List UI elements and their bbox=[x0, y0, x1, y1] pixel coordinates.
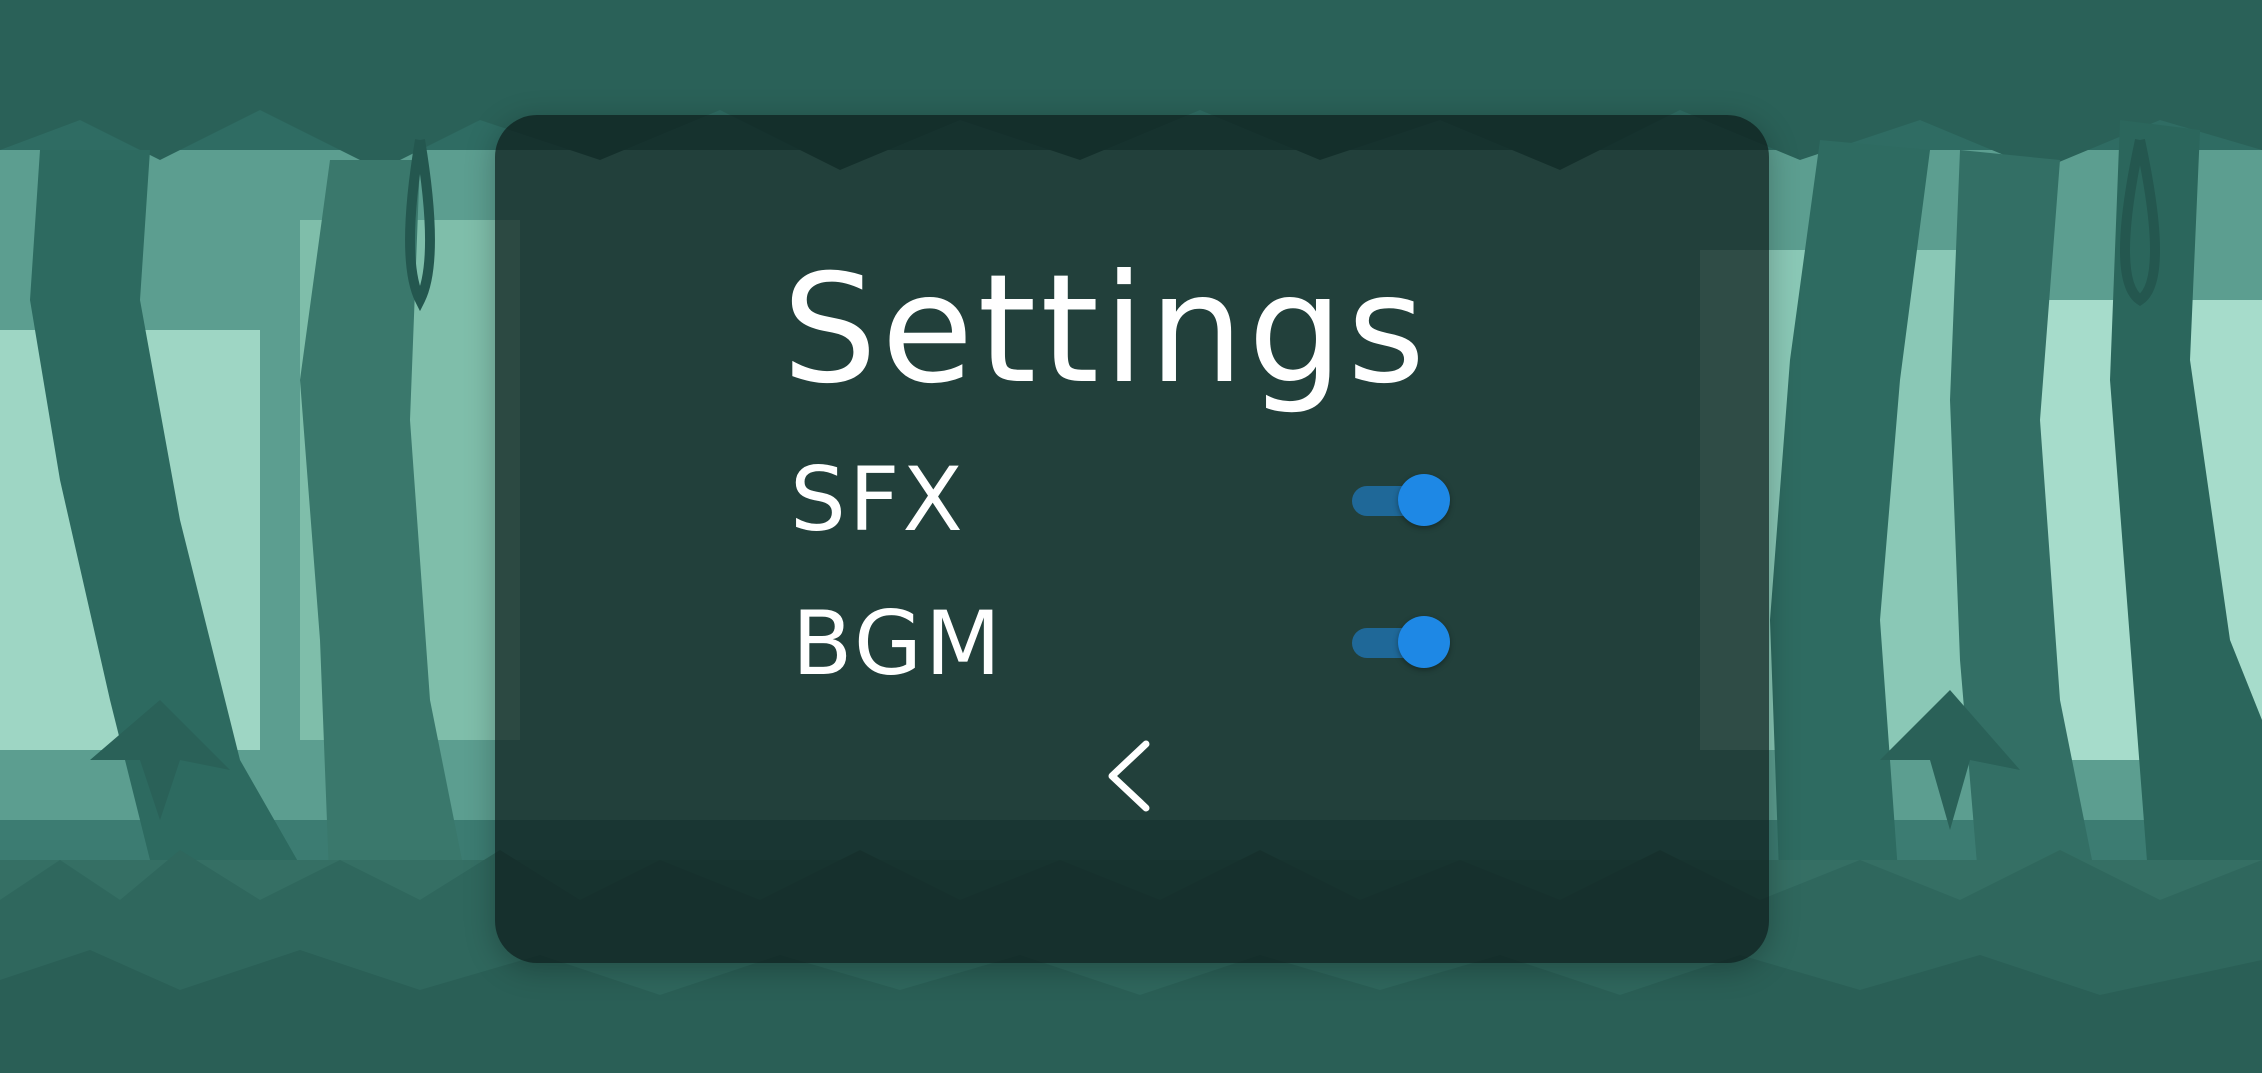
bgm-label: BGM bbox=[792, 592, 1004, 695]
sfx-toggle[interactable] bbox=[1352, 470, 1450, 530]
bgm-toggle[interactable] bbox=[1352, 612, 1450, 672]
settings-title: Settings bbox=[782, 243, 1430, 417]
sfx-toggle-thumb bbox=[1398, 474, 1450, 526]
sfx-label: SFX bbox=[790, 448, 966, 551]
bgm-toggle-thumb bbox=[1398, 616, 1450, 668]
back-button[interactable] bbox=[1104, 738, 1156, 814]
chevron-left-icon bbox=[1108, 740, 1150, 812]
